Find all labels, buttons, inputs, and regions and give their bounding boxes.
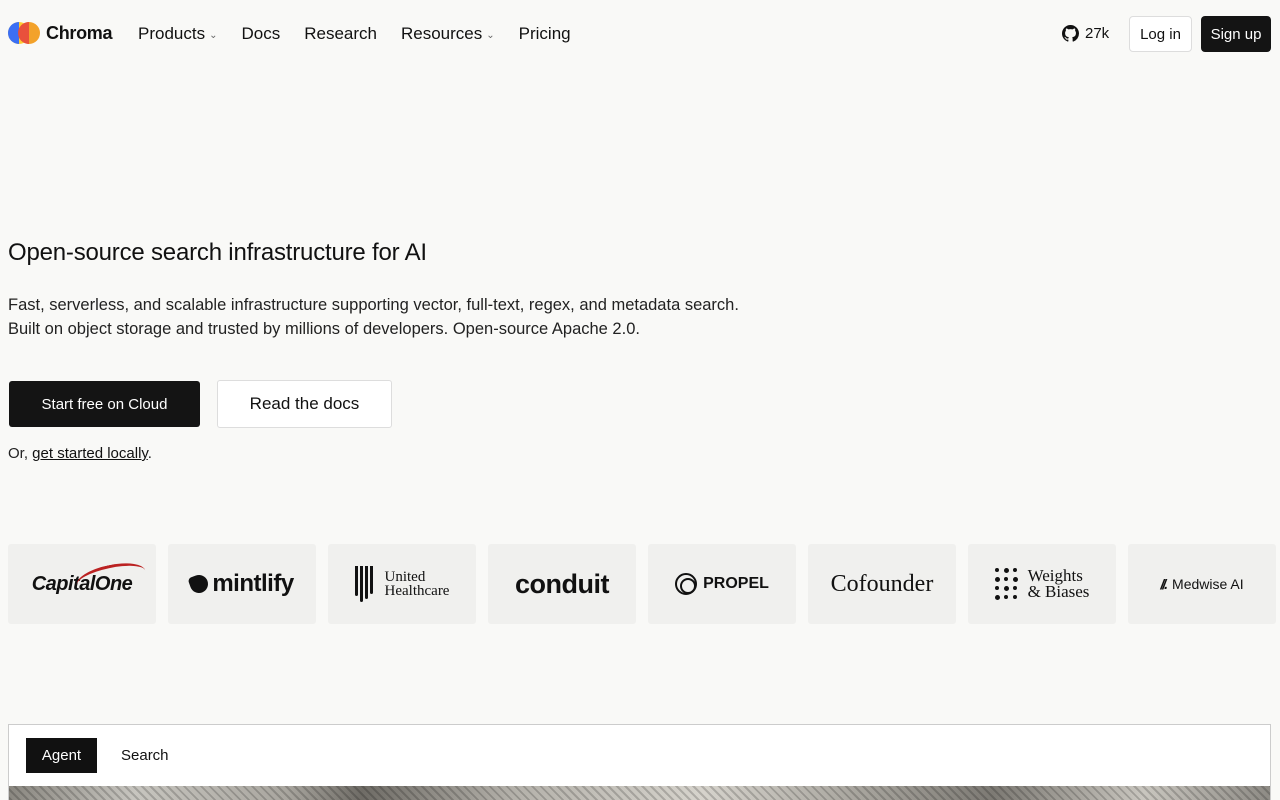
logo-text: mintlify	[212, 570, 294, 597]
chevron-down-icon: ⌄	[209, 29, 218, 41]
logo-text: Medwise AI	[1172, 576, 1244, 592]
logo-weights-biases: Weights & Biases	[968, 544, 1116, 624]
logo-mintlify: mintlify	[168, 544, 316, 624]
signup-button[interactable]: Sign up	[1201, 16, 1271, 52]
hero-title: Open-source search infrastructure for AI	[8, 239, 427, 266]
medwise-wordmark: //. Medwise AI	[1160, 576, 1243, 592]
demo-preview-image	[9, 786, 1270, 800]
nav-item-label: Products	[138, 24, 206, 43]
nav-item-research[interactable]: Research	[304, 24, 377, 44]
nav-item-docs[interactable]: Docs	[241, 24, 280, 44]
login-button[interactable]: Log in	[1129, 16, 1192, 52]
get-started-locally-line: Or, get started locally.	[8, 445, 152, 462]
united-healthcare-arc-icon	[354, 566, 377, 602]
get-started-locally-link[interactable]: get started locally	[32, 445, 148, 462]
chroma-logo-icon	[8, 22, 40, 44]
nav-item-products[interactable]: Products ⌄	[138, 24, 217, 44]
logo-united-healthcare: United Healthcare	[328, 544, 476, 624]
start-free-cloud-button[interactable]: Start free on Cloud	[9, 381, 200, 427]
chevron-down-icon: ⌄	[486, 29, 495, 41]
capital-one-wordmark: CapitalOne	[32, 557, 148, 598]
propel-mark-icon	[675, 573, 698, 595]
github-stars-link[interactable]: 27k	[1062, 25, 1109, 42]
united-healthcare-wordmark: United Healthcare	[354, 566, 450, 602]
brand-name: Chroma	[46, 22, 113, 43]
or-suffix: .	[147, 445, 152, 462]
github-icon	[1062, 25, 1079, 42]
logo-text: Cofounder	[830, 570, 934, 597]
logo-text: & Biases	[1027, 582, 1090, 601]
github-stars-count: 27k	[1085, 25, 1110, 42]
logo-text: conduit	[515, 568, 609, 599]
demo-panel: Agent Search	[8, 724, 1271, 800]
tab-search[interactable]: Search	[121, 738, 169, 773]
logo-propel: PROPEL	[648, 544, 796, 624]
top-nav: Chroma Products ⌄ Docs Research Resource…	[0, 0, 1280, 68]
mintlify-wordmark: mintlify	[187, 570, 294, 598]
weights-biases-dots-icon	[994, 568, 1018, 600]
medwise-mark-icon: //.	[1160, 576, 1168, 592]
nav-item-label: Pricing	[518, 24, 571, 43]
nav-item-resources[interactable]: Resources ⌄	[401, 24, 495, 44]
tab-agent[interactable]: Agent	[26, 738, 97, 773]
nav-item-label: Docs	[241, 24, 281, 43]
hero-subtitle: Fast, serverless, and scalable infrastru…	[8, 296, 739, 338]
nav-item-pricing[interactable]: Pricing	[519, 24, 571, 44]
brand-logo-link[interactable]: Chroma	[8, 22, 113, 44]
logo-capital-one: CapitalOne	[8, 544, 156, 624]
weights-biases-wordmark: Weights & Biases	[994, 567, 1090, 601]
or-prefix: Or,	[8, 445, 33, 462]
customer-logos: CapitalOne mintlify United Healthcare con…	[8, 544, 1276, 624]
main-menu: Products ⌄ Docs Research Resources ⌄ Pri…	[138, 24, 571, 44]
nav-item-label: Resources	[400, 24, 483, 43]
logo-text: Healthcare	[384, 583, 450, 599]
propel-wordmark: PROPEL	[675, 573, 769, 595]
logo-text: PROPEL	[703, 575, 769, 592]
logo-text-block: Weights & Biases	[1027, 567, 1090, 601]
logo-medwise-ai: //. Medwise AI	[1128, 544, 1276, 624]
read-docs-button[interactable]: Read the docs	[217, 380, 392, 428]
mintlify-leaf-icon	[187, 572, 211, 596]
logo-cofounder: Cofounder	[808, 544, 956, 624]
nav-item-label: Research	[304, 24, 377, 43]
logo-text-block: United Healthcare	[384, 570, 450, 599]
logo-conduit: conduit	[488, 544, 636, 624]
